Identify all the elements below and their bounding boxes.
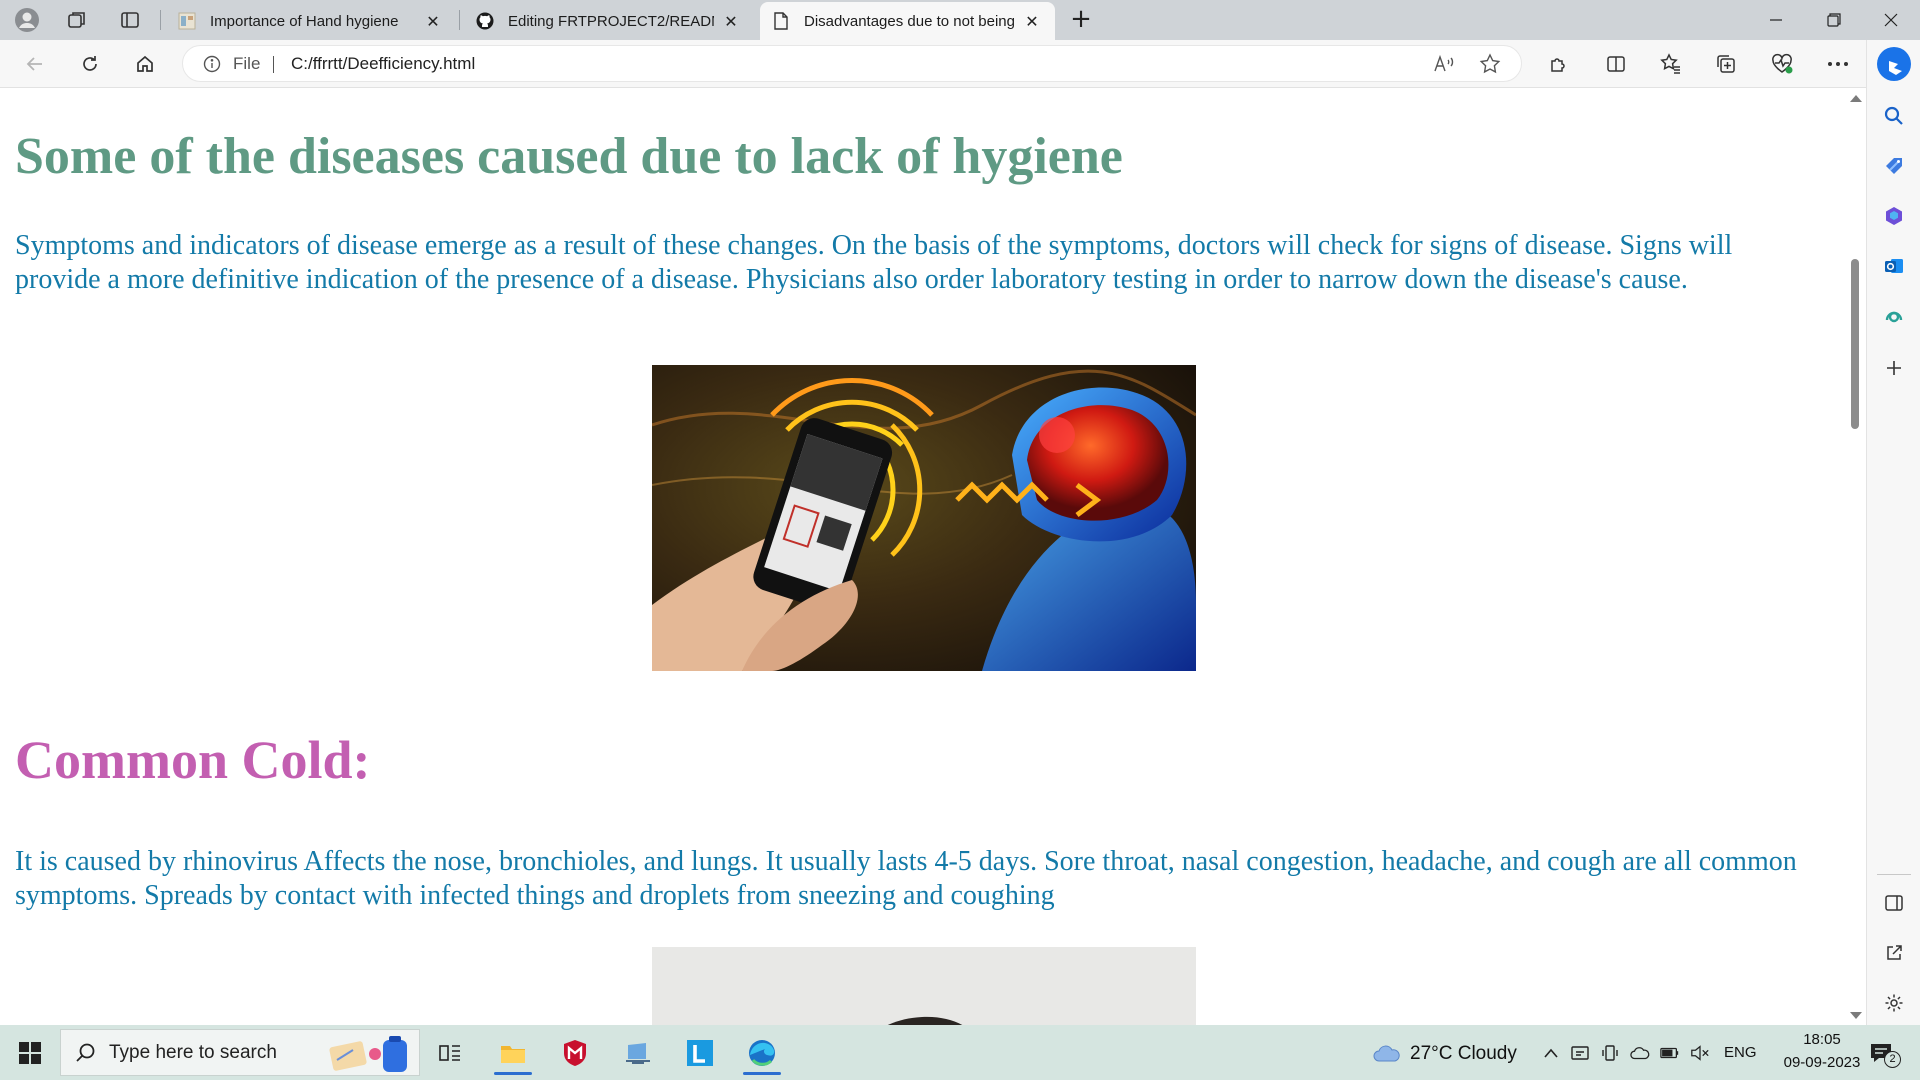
sidebar-settings-gear-icon[interactable] (1881, 990, 1907, 1016)
tab-strip: Importance of Hand hygiene ✕ Editing FRT… (0, 0, 1920, 40)
common-cold-paragraph: It is caused by rhinovirus Affects the n… (15, 846, 1797, 911)
close-tab-icon[interactable]: ✕ (720, 10, 742, 32)
windows-taskbar: Type here to search 27°C Cloudy ENG 18:0… (0, 1025, 1920, 1080)
back-button[interactable] (18, 48, 52, 80)
search-placeholder: Type here to search (109, 1042, 277, 1063)
close-tab-icon[interactable]: ✕ (422, 10, 444, 32)
scheme-label: File (233, 54, 261, 73)
tab-title: Importance of Hand hygiene (210, 12, 399, 30)
url-text[interactable]: C:/ffrrtt/Deefficiency.html (291, 54, 475, 74)
page-favicon-icon (178, 12, 196, 30)
games-icon[interactable] (1881, 303, 1907, 329)
restore-button[interactable] (1805, 0, 1863, 40)
tab-actions-icon[interactable] (115, 5, 145, 35)
hide-sidebar-icon[interactable] (1881, 890, 1907, 916)
language-indicator[interactable]: ENG (1724, 1044, 1757, 1061)
address-bar[interactable]: File C:/ffrrtt/Deefficiency.html (182, 45, 1522, 82)
scrollbar-thumb[interactable] (1851, 259, 1859, 429)
task-view-icon[interactable] (427, 1031, 473, 1075)
document-icon (772, 12, 790, 30)
browser-toolbar: File C:/ffrrtt/Deefficiency.html (0, 40, 1920, 88)
external-link-icon[interactable] (1881, 940, 1907, 966)
search-highlight-illustration-icon (329, 1036, 407, 1072)
cloudy-weather-icon[interactable] (1372, 1043, 1402, 1063)
shopping-icon[interactable] (1881, 153, 1907, 179)
battery-icon[interactable] (1660, 1043, 1680, 1063)
file-explorer-icon[interactable] (490, 1031, 536, 1075)
scroll-up-arrow[interactable] (1850, 95, 1862, 102)
read-aloud-icon[interactable] (1431, 52, 1457, 76)
tab-title: Editing FRTPROJECT2/README.md (508, 12, 714, 30)
home-button[interactable] (128, 48, 162, 80)
minimize-button[interactable] (1747, 0, 1805, 40)
section-heading-common-cold: Common Cold: (15, 730, 371, 790)
edge-browser-icon[interactable] (739, 1031, 785, 1075)
edge-sidebar (1866, 40, 1920, 1025)
common-cold-image (652, 947, 1196, 1025)
tab-editing-readme[interactable]: Editing FRTPROJECT2/README.md ✕ (464, 2, 754, 40)
close-window-button[interactable] (1862, 0, 1920, 40)
browser-essentials-icon[interactable] (1765, 48, 1799, 80)
vertical-scrollbar[interactable] (1846, 89, 1866, 1025)
search-icon (76, 1043, 95, 1062)
mcafee-icon[interactable] (552, 1031, 598, 1075)
notification-count-badge: 2 (1884, 1051, 1901, 1068)
github-icon (476, 12, 494, 30)
page-title: Some of the diseases caused due to lack … (15, 128, 1123, 185)
profile-icon[interactable] (12, 5, 42, 35)
taskbar-search-box[interactable]: Type here to search (60, 1029, 420, 1076)
clock-date[interactable]: 09-09-2023 (1768, 1054, 1876, 1071)
search-icon[interactable] (1881, 103, 1907, 129)
refresh-button[interactable] (73, 48, 107, 80)
scroll-down-arrow[interactable] (1850, 1012, 1862, 1019)
favorites-icon[interactable] (1654, 48, 1688, 80)
tab-disadvantages[interactable]: Disadvantages due to not being hygienic … (760, 2, 1055, 40)
onedrive-icon[interactable] (1630, 1043, 1650, 1063)
tab-hand-hygiene[interactable]: Importance of Hand hygiene ✕ (166, 2, 456, 40)
remote-desktop-icon[interactable] (615, 1031, 661, 1075)
phone-radiation-brain-image (652, 365, 1196, 671)
meet-now-icon[interactable] (1570, 1043, 1590, 1063)
outlook-icon[interactable] (1881, 253, 1907, 279)
show-hidden-icons-chevron-icon[interactable] (1541, 1043, 1561, 1063)
extensions-icon[interactable] (1542, 48, 1576, 80)
intro-paragraph: Symptoms and indicators of disease emerg… (15, 230, 1733, 295)
clock-time[interactable]: 18:05 (1790, 1031, 1854, 1048)
collections-icon[interactable] (1709, 48, 1743, 80)
lenovo-app-icon[interactable] (677, 1031, 723, 1075)
workspaces-icon[interactable] (62, 5, 92, 35)
close-tab-icon[interactable]: ✕ (1021, 10, 1043, 32)
favorite-star-icon[interactable] (1477, 52, 1503, 76)
new-tab-button[interactable]: + (1066, 5, 1096, 35)
windows-start-button[interactable] (10, 1037, 50, 1069)
tools-icon[interactable] (1881, 203, 1907, 229)
settings-more-icon[interactable] (1821, 48, 1855, 80)
bing-copilot-icon[interactable] (1876, 46, 1912, 82)
weather-text[interactable]: 27°C Cloudy (1410, 1043, 1517, 1065)
add-sidebar-app-icon[interactable] (1881, 355, 1907, 381)
speaker-muted-icon[interactable] (1690, 1043, 1710, 1063)
split-screen-icon[interactable] (1599, 48, 1633, 80)
page-viewport[interactable]: Some of the diseases caused due to lack … (0, 89, 1846, 1025)
notifications-icon[interactable]: 2 (1868, 1041, 1902, 1068)
tab-title: Disadvantages due to not being hygienic (804, 12, 1015, 30)
device-icon[interactable] (1600, 1043, 1620, 1063)
info-icon[interactable] (203, 55, 221, 73)
